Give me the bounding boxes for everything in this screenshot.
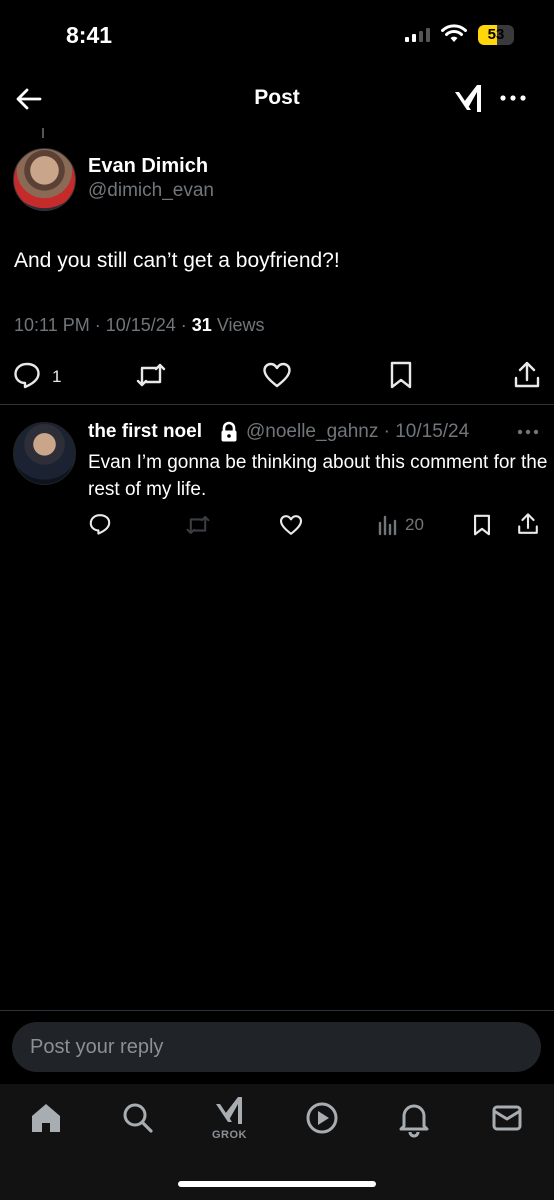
status-time: 8:41 [66, 22, 113, 48]
views-icon[interactable] [377, 514, 399, 536]
post-timestamp: 10:11 PM · 10/15/24 · [14, 315, 192, 335]
reply-author-name[interactable]: the first noel [88, 421, 202, 443]
bell-icon[interactable] [394, 1098, 434, 1138]
heart-icon[interactable] [279, 513, 303, 537]
reply-icon[interactable] [12, 360, 42, 390]
reply-input[interactable] [12, 1022, 541, 1072]
post-views-label[interactable]: Views [212, 315, 265, 335]
battery-percent: 53 [487, 26, 505, 43]
post-author-handle[interactable]: @dimich_evan [88, 180, 214, 202]
cellular-signal-icon [405, 28, 430, 42]
more-icon[interactable] [517, 426, 539, 438]
home-icon[interactable] [26, 1098, 66, 1138]
reply-count: 1 [52, 367, 62, 386]
grok-icon[interactable] [213, 1094, 247, 1128]
post-author-name[interactable]: Evan Dimich [88, 155, 208, 178]
share-icon[interactable] [516, 512, 540, 536]
more-icon[interactable] [499, 88, 527, 108]
repost-icon [186, 515, 210, 535]
bookmark-icon[interactable] [472, 513, 492, 537]
reply-text: Evan I’m gonna be thinking about this co… [88, 452, 548, 500]
post-text: And you still can’t get a boyfriend?! [14, 249, 340, 272]
post-actions: 1 [0, 358, 554, 394]
post-views-count[interactable]: 31 [192, 315, 212, 335]
reply-author-handle[interactable]: @noelle_gahnz · 10/15/24 [246, 421, 469, 443]
grok-label[interactable]: GROK [212, 1129, 247, 1141]
avatar[interactable] [13, 148, 76, 211]
play-icon[interactable] [302, 1098, 342, 1138]
search-icon[interactable] [118, 1098, 158, 1138]
bookmark-icon[interactable] [388, 360, 414, 390]
repost-icon[interactable] [134, 360, 168, 390]
battery-icon: 53 [478, 25, 514, 45]
share-icon[interactable] [512, 360, 542, 390]
home-indicator [178, 1181, 376, 1187]
grok-icon[interactable] [452, 82, 486, 116]
wifi-icon [441, 24, 467, 42]
post-meta: 10:11 PM · 10/15/24 · 31 Views [14, 315, 265, 336]
reply-avatar[interactable] [13, 422, 76, 485]
reply-icon[interactable] [88, 512, 112, 536]
lock-icon [221, 421, 237, 442]
reply-views-count: 20 [405, 515, 424, 534]
thread-line [42, 128, 44, 138]
divider [0, 404, 554, 405]
mail-icon[interactable] [487, 1098, 527, 1138]
heart-icon[interactable] [262, 360, 292, 390]
